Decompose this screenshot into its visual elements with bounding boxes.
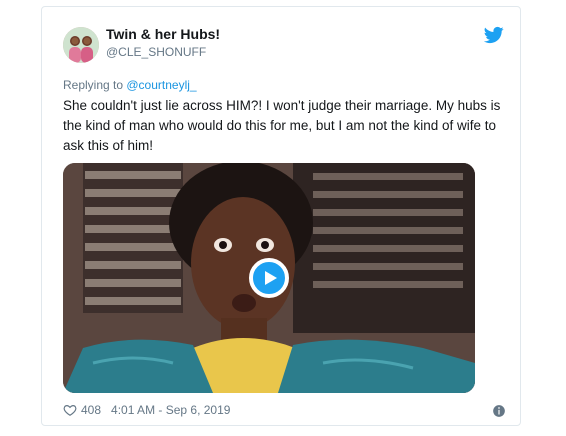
tweet-card[interactable]: Twin & her Hubs! @CLE_SHONUFF Replying t… [41,6,521,426]
tweet-text: She couldn't just lie across HIM?! I won… [63,98,501,153]
play-button[interactable] [249,258,289,298]
display-name[interactable]: Twin & her Hubs! [106,26,220,42]
tweet-footer: 408 4:01 AM - Sep 6, 2019 [63,403,230,417]
heart-icon[interactable] [63,403,77,417]
like-count[interactable]: 408 [81,403,101,417]
replying-to-label: Replying to [63,78,127,92]
reply-mention-link[interactable]: @courtneylj_ [126,78,196,92]
timestamp[interactable]: 4:01 AM - Sep 6, 2019 [111,403,230,417]
twitter-bird-icon[interactable] [484,25,504,45]
user-handle[interactable]: @CLE_SHONUFF [106,45,206,59]
tweet-media[interactable] [63,163,475,393]
replying-to: Replying to @courtneylj_ [63,78,197,92]
avatar[interactable] [63,27,99,63]
info-icon[interactable] [492,404,506,418]
play-icon [265,271,277,285]
